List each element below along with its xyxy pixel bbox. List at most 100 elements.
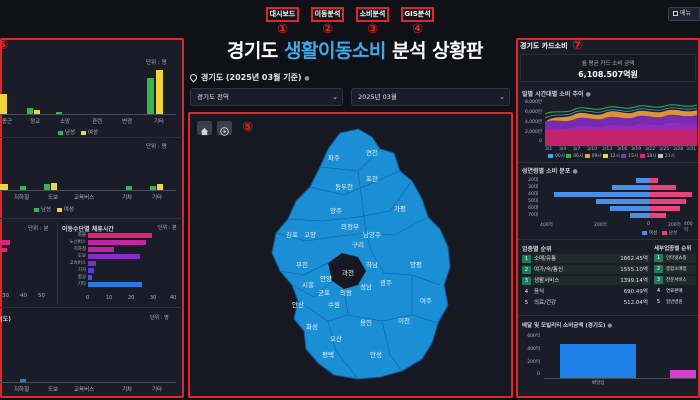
gyeonggi-map[interactable]: 파주 연천 동두천 포천 양주 의정부 가평 남양주 구리 고양 김포 부천 시… bbox=[262, 125, 462, 387]
card2-chart bbox=[0, 150, 176, 194]
map-label: 가평 bbox=[394, 204, 406, 213]
row-label: 지하철 bbox=[73, 247, 86, 252]
map-label: 파주 bbox=[328, 153, 340, 162]
month-select[interactable]: 2025년 03월 ⌄ bbox=[351, 88, 510, 106]
marker-1: ① bbox=[277, 22, 289, 37]
rank-row[interactable]: 2 종합소매점 bbox=[654, 265, 696, 274]
map-label: 여주 bbox=[420, 296, 432, 305]
bar bbox=[560, 344, 636, 378]
rank-row[interactable]: 3 생활서비스 1399.14억 bbox=[522, 276, 650, 285]
nav-consumption-button[interactable]: 소비분석 bbox=[356, 7, 389, 22]
bar bbox=[51, 183, 57, 190]
xlabel: 변경 bbox=[122, 119, 133, 125]
card3-axis: 30 40 50 bbox=[0, 293, 50, 301]
rank-row[interactable]: 1 소매/유통 1662.45억 bbox=[522, 254, 650, 263]
xlabel: 기타 bbox=[152, 387, 163, 393]
region-select[interactable]: 경기도 전역 ⌄ bbox=[190, 88, 343, 106]
nav-dashboard-button[interactable]: 대시보드 bbox=[266, 7, 299, 22]
row-label: 60대 bbox=[528, 206, 538, 211]
total-label: 월 평균 카드 소비 금액 bbox=[581, 61, 635, 67]
info-icon: ● bbox=[572, 168, 578, 175]
rank-row[interactable]: 5 일반병원 bbox=[654, 298, 696, 307]
row-label: 화물 bbox=[77, 233, 86, 238]
xlabel: 지하철 bbox=[14, 387, 30, 393]
bar bbox=[147, 78, 154, 114]
row-label: 노선버스 bbox=[69, 240, 86, 245]
bar bbox=[612, 185, 650, 190]
rank-name: 종합소매점 bbox=[666, 267, 687, 272]
age-title-text: 성연령별 소비 분포 bbox=[522, 168, 571, 175]
map-label: 안양 bbox=[320, 274, 332, 283]
row-label: 기타 bbox=[77, 282, 86, 287]
axis-tick: 0 bbox=[86, 295, 90, 301]
axis-tick: 600억 bbox=[527, 334, 540, 339]
age-labels: 20대 30대 40대 50대 60대 70대 bbox=[520, 177, 538, 219]
rank-row[interactable]: 2 여가/숙/통신 1555.10억 bbox=[522, 265, 650, 274]
home-button[interactable] bbox=[197, 121, 212, 136]
rank-name: 연료판매 bbox=[666, 289, 683, 294]
rank-row[interactable]: 4 연료판매 bbox=[654, 287, 696, 296]
total-value: 6,108.507억원 bbox=[578, 70, 638, 79]
row-label: 도보 bbox=[77, 254, 86, 259]
xlabel: 기타 bbox=[152, 195, 163, 201]
axis-tick: 20 bbox=[128, 295, 135, 301]
info-icon: ● bbox=[607, 323, 613, 329]
rank-row[interactable]: 4 음식 690.49억 bbox=[522, 287, 650, 296]
axis-tick: 3/31 bbox=[686, 147, 697, 152]
map-label: 동두천 bbox=[335, 182, 353, 191]
axis-tick: 10 bbox=[106, 295, 113, 301]
page-title: 경기도 생활이동소비 분석 상황판 bbox=[195, 36, 515, 63]
delivery-yaxis: 600억 400억 200억 0 bbox=[518, 333, 540, 380]
map-label: 연천 bbox=[366, 148, 378, 157]
location-pin-icon bbox=[188, 72, 199, 83]
card2-legend: 남성 여성 bbox=[34, 205, 74, 213]
xlabel: 교육버스 bbox=[74, 195, 95, 201]
marker-5: ⑤ bbox=[242, 120, 254, 135]
axis-tick: 3/10 bbox=[587, 147, 598, 152]
bar bbox=[88, 233, 152, 238]
xlabel: 소망 bbox=[60, 119, 71, 125]
bar bbox=[596, 199, 650, 204]
rank2-title: 세부업종별 순위 bbox=[654, 246, 692, 252]
card5-xlabels: 지하철 도보 교육버스 기차 기타 bbox=[0, 385, 176, 393]
row-label: 40대 bbox=[528, 192, 538, 197]
nav-gis-button[interactable]: GIS분석 bbox=[401, 7, 434, 22]
delivery-chart bbox=[544, 334, 696, 379]
bar bbox=[650, 178, 658, 183]
row-label: 30대 bbox=[528, 185, 538, 190]
trend-legend: 00시 06시 09시 12시 15시 18시 21시 bbox=[548, 153, 675, 159]
axis-tick: 3/25 bbox=[659, 147, 670, 152]
region-select-value: 경기도 전역 bbox=[197, 93, 229, 101]
axis-tick: 3/7 bbox=[573, 147, 581, 152]
marker-6: ⑥ bbox=[0, 38, 9, 53]
title-part2: 분석 상황판 bbox=[385, 40, 484, 62]
legend-label: 남성 bbox=[65, 130, 76, 136]
rank-row[interactable]: 3 전문서비스 bbox=[654, 276, 696, 285]
axis-tick: 3/4 bbox=[559, 147, 567, 152]
rank-name: 의료/건강 bbox=[534, 300, 557, 306]
map-label: 남양주 bbox=[363, 230, 381, 239]
xlabel: 도보 bbox=[48, 387, 59, 393]
axis-tick: 50 bbox=[38, 293, 45, 299]
marker-4: ④ bbox=[412, 22, 424, 37]
bar bbox=[554, 192, 650, 197]
map-label: 부천 bbox=[296, 260, 308, 269]
rank-row[interactable]: 5 의료/건강 512.04억 bbox=[522, 298, 650, 307]
rank-row[interactable]: 1 인터넷쇼핑 bbox=[654, 254, 696, 263]
play-icon bbox=[220, 127, 229, 136]
bar bbox=[88, 254, 140, 259]
menu-button[interactable]: 메뉴 bbox=[668, 7, 700, 21]
map-label: 과천 bbox=[342, 268, 354, 277]
axis-tick: 3/22 bbox=[645, 147, 656, 152]
play-button[interactable] bbox=[217, 121, 232, 136]
card3-unit: 단위 : 분 bbox=[28, 226, 49, 232]
age-legend: 여성 남성 bbox=[642, 230, 677, 236]
map-label: 구리 bbox=[352, 240, 364, 249]
xlabel: 기차 bbox=[122, 195, 133, 201]
legend-label: 12시 bbox=[609, 154, 620, 159]
axis-tick: 4,000만 bbox=[524, 120, 542, 125]
legend-label: 21시 bbox=[664, 154, 675, 159]
nav-mobility-button[interactable]: 이동분석 bbox=[311, 7, 344, 22]
bar bbox=[610, 206, 650, 211]
bar bbox=[630, 213, 650, 218]
